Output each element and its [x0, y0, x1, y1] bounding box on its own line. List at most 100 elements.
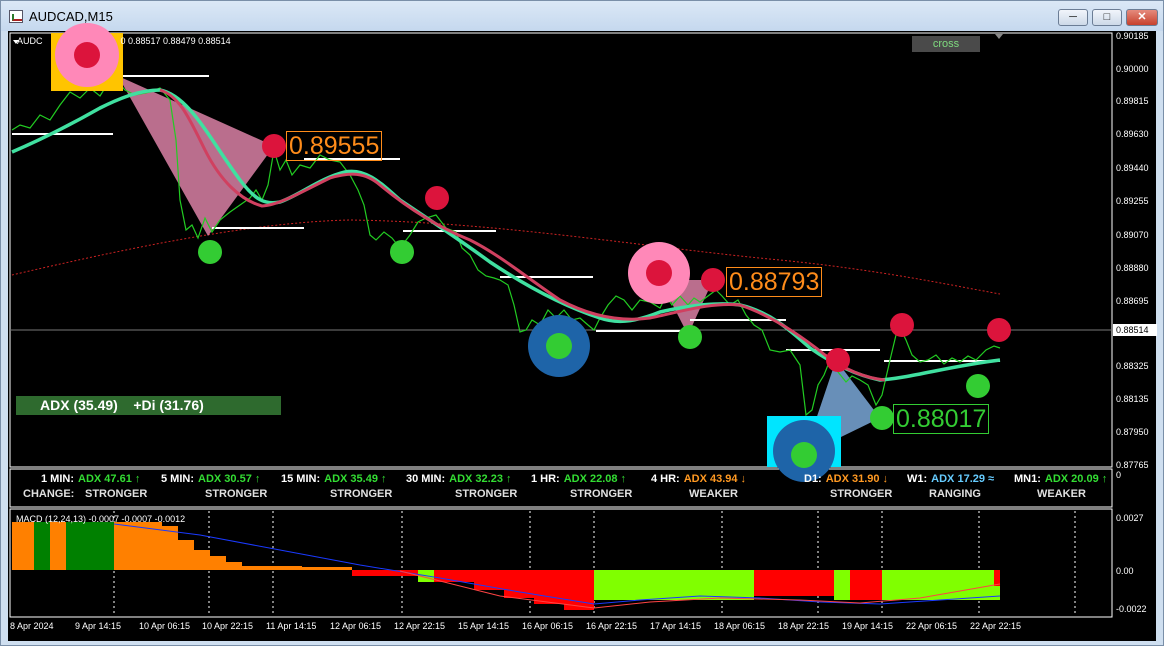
red-dot: [425, 186, 449, 210]
mtf-tf: 1 HR:: [531, 473, 560, 485]
pattern-triangle-pink-1: [118, 76, 274, 236]
mtf-adx: ADX 30.57: [198, 473, 252, 485]
time-tick: 9 Apr 14:15: [75, 621, 121, 631]
mtf-tf: 1 MIN:: [41, 473, 74, 485]
mtf-adx: ADX 43.94: [683, 473, 738, 485]
price-tick: 0.89070: [1116, 230, 1149, 240]
mtf-tf: D1:: [804, 473, 822, 485]
time-tick: 18 Apr 22:15: [778, 621, 829, 631]
time-tick: 11 Apr 14:15: [266, 621, 316, 631]
time-tick: 18 Apr 06:15: [714, 621, 765, 631]
price-tick: 0.89440: [1116, 163, 1149, 173]
green-dot: [966, 374, 990, 398]
time-tick: 8 Apr 2024: [10, 621, 54, 631]
sell-marker-dot: [646, 260, 672, 286]
chart-shift-icon[interactable]: [995, 34, 1003, 39]
mtf-tf: 4 HR:: [651, 473, 680, 485]
macd-label: MACD (12,24,13) -0.0007 -0.0007 -0.0012: [16, 514, 186, 524]
price-axis: 0.90185 0.90000 0.89815 0.89630 0.89440 …: [1116, 31, 1149, 470]
symbol-short: AUDC: [17, 36, 43, 46]
current-price-value: 0.88514: [1116, 325, 1149, 335]
adx-summary-box: ADX (35.49) +Di (31.76): [16, 396, 281, 415]
red-dot: [826, 348, 850, 372]
long-ma-line: [11, 219, 1001, 295]
price-tick: 0.88695: [1116, 296, 1149, 306]
mtf-state: WEAKER: [1037, 488, 1086, 500]
mtf-adx: ADX 32.23: [449, 473, 503, 485]
price-annotation-3: 0.88017: [893, 404, 990, 434]
red-dot: [890, 313, 914, 337]
time-tick: 16 Apr 22:15: [586, 621, 637, 631]
price-tick: 0.90185: [1116, 31, 1149, 41]
cross-indicator: cross: [912, 36, 980, 52]
price-tick: 0.89815: [1116, 96, 1149, 106]
mtf-adx: ADX 31.90: [825, 473, 880, 485]
price-tick: 0.90000: [1116, 64, 1149, 74]
mtf-state: STRONGER: [455, 488, 518, 500]
mtf-adx: ADX 35.49: [324, 473, 378, 485]
price-annotation-1: 0.89555: [286, 131, 383, 161]
mtf-adx: ADX 47.61: [78, 473, 132, 485]
mtf-mn1: MN1: ADX 20.09 ↑: [1014, 473, 1107, 485]
arrow-up-icon: ↑: [134, 473, 141, 485]
mtf-adx: ADX 22.08: [563, 473, 618, 485]
time-tick: 15 Apr 14:15: [458, 621, 509, 631]
symbol-quote: 0 0.88517 0.88479 0.88514: [120, 36, 231, 46]
price-tick: 0.87765: [1116, 460, 1149, 470]
mtf-state: STRONGER: [205, 488, 268, 500]
mtf-tf: W1:: [907, 473, 928, 485]
time-tick: 19 Apr 14:15: [842, 621, 893, 631]
green-dot: [390, 240, 414, 264]
time-tick: 12 Apr 22:15: [394, 621, 445, 631]
symbol-info: AUDC 0 0.88517 0.88479 0.88514: [17, 36, 231, 46]
price-tick: 0.89255: [1116, 196, 1149, 206]
mtf-1hr: 1 HR: ADX 22.08 ↑: [531, 473, 626, 485]
mtf-d1: D1: ADX 31.90 ↓: [804, 473, 888, 485]
price-tick: 0.88325: [1116, 361, 1149, 371]
red-dot: [701, 268, 725, 292]
arrow-down-icon: ↓: [882, 473, 889, 485]
green-dot: [870, 406, 894, 430]
time-tick: 17 Apr 14:15: [650, 621, 701, 631]
mtf-30min: 30 MIN: ADX 32.23 ↑: [406, 473, 511, 485]
red-dot: [987, 318, 1011, 342]
time-tick: 22 Apr 22:15: [970, 621, 1021, 631]
time-tick: 10 Apr 22:15: [202, 621, 253, 631]
price-tick: 0.87950: [1116, 427, 1149, 437]
price-annotation-2: 0.88793: [726, 267, 823, 297]
change-label: CHANGE:: [23, 488, 75, 500]
time-axis: 8 Apr 2024 9 Apr 14:15 10 Apr 06:15 10 A…: [10, 621, 1021, 631]
green-dot: [678, 325, 702, 349]
mtf-state: STRONGER: [330, 488, 393, 500]
mtf-tf: 5 MIN:: [161, 473, 194, 485]
arrow-up-icon: ↑: [505, 473, 512, 485]
mtf-state: RANGING: [929, 488, 981, 500]
arrow-up-icon: ↑: [254, 473, 261, 485]
macd-axis-tick: 0.0027: [1116, 513, 1144, 523]
mtf-tf: MN1:: [1014, 473, 1041, 485]
green-signal-dots: [198, 240, 990, 430]
mtf-4hr: 4 HR: ADX 43.94 ↓: [651, 473, 746, 485]
arrow-up-icon: ↑: [620, 473, 627, 485]
arrow-down-icon: ↓: [740, 473, 747, 485]
mtf-state: STRONGER: [830, 488, 893, 500]
macd-axis-tick: -0.0022: [1116, 604, 1147, 614]
mtf-state: STRONGER: [570, 488, 633, 500]
time-tick: 22 Apr 06:15: [906, 621, 957, 631]
mtf-15min: 15 MIN: ADX 35.49 ↑: [281, 473, 386, 485]
price-tick: 0.88135: [1116, 394, 1149, 404]
mtf-1min: 1 MIN: ADX 47.61 ↑: [41, 473, 140, 485]
mtf-state: STRONGER: [85, 488, 148, 500]
green-dot: [198, 240, 222, 264]
mtf-tf: 30 MIN:: [406, 473, 446, 485]
arrow-up-icon: ↑: [380, 473, 387, 485]
macd-axis-tick: 0.00: [1116, 566, 1134, 576]
mtf-adx: ADX 20.09: [1044, 473, 1099, 485]
price-tick: 0.89630: [1116, 129, 1149, 139]
red-dot: [262, 134, 286, 158]
buy-marker-dot: [546, 333, 572, 359]
mtf-tf: 15 MIN:: [281, 473, 321, 485]
mtf-state: WEAKER: [689, 488, 738, 500]
slow-ma-line: [159, 88, 886, 382]
bottom-marker-dot: [791, 442, 817, 468]
